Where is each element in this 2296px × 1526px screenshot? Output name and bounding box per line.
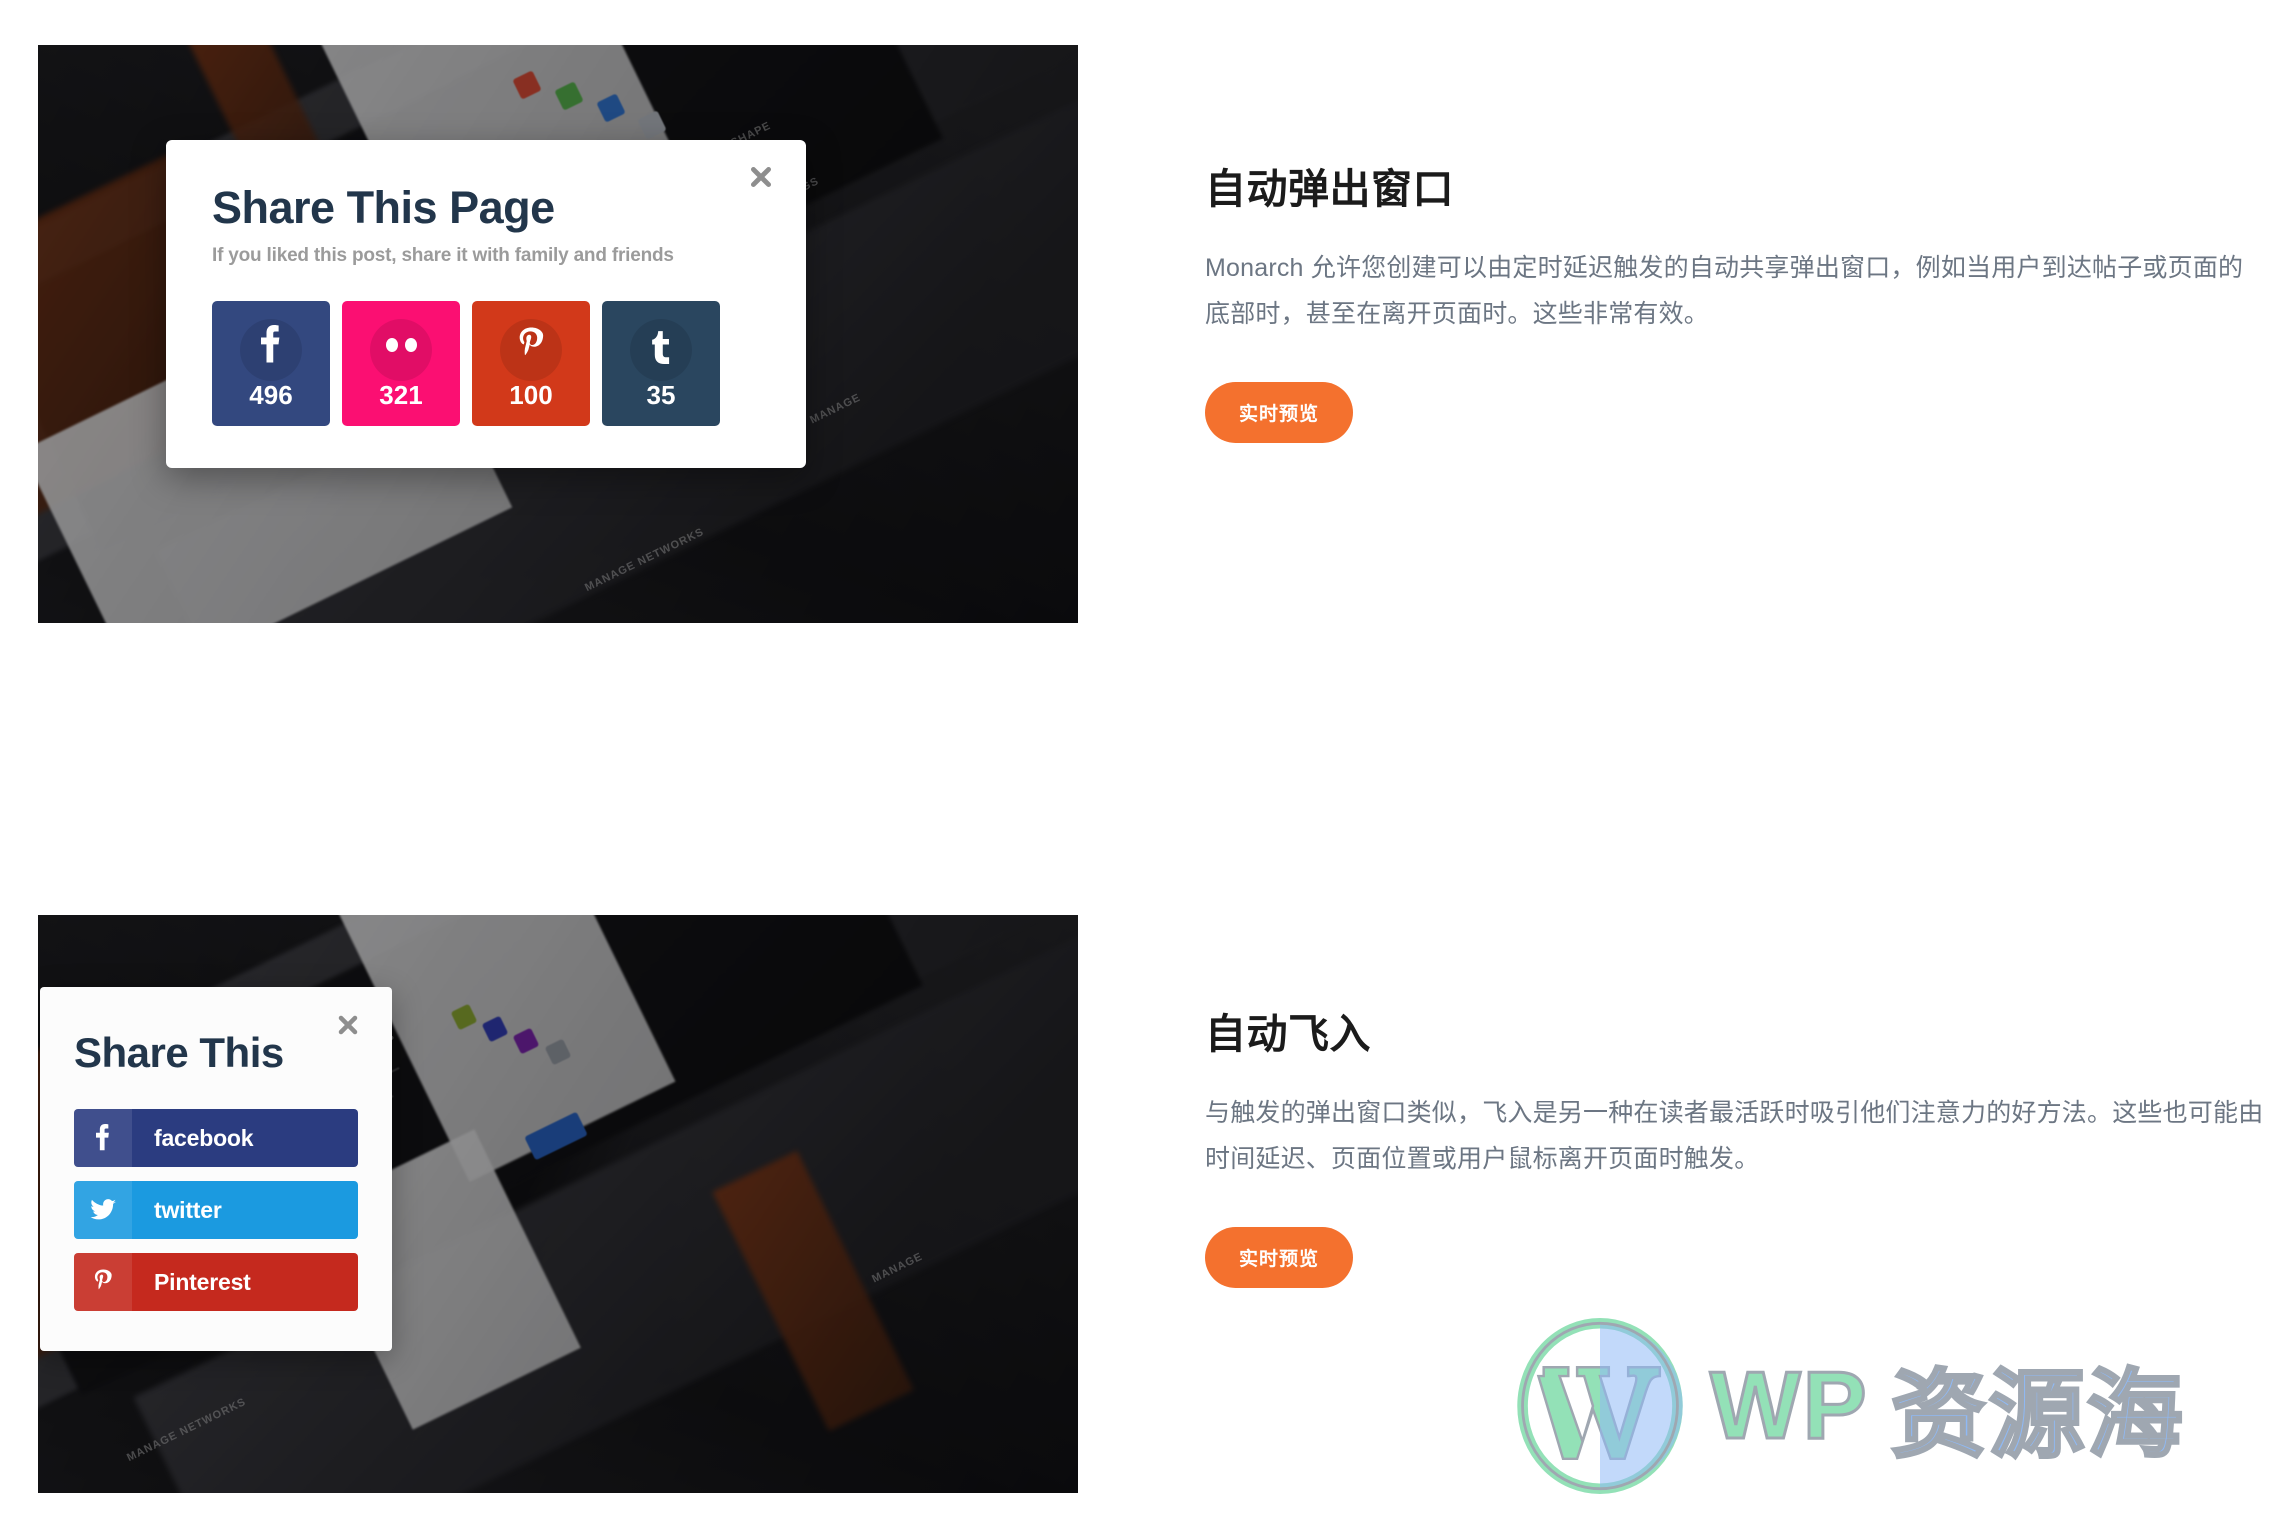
- flyin-network-list: facebook twitter Pinterest: [74, 1109, 358, 1311]
- facebook-icon: [74, 1109, 132, 1167]
- share-count: 321: [379, 380, 423, 411]
- share-count: 100: [509, 380, 553, 411]
- flyin-button-twitter[interactable]: twitter: [74, 1181, 358, 1239]
- site-watermark: WP 资源海: [1512, 1318, 2185, 1494]
- popup-subtitle: If you liked this post, share it with fa…: [212, 245, 674, 267]
- flyin-title: Share This: [74, 1029, 284, 1076]
- twitter-icon: [74, 1181, 132, 1239]
- flyin-button-label: twitter: [154, 1196, 222, 1223]
- tumblr-icon: [650, 316, 672, 374]
- share-popup-modal[interactable]: Share This Page If you liked this post, …: [166, 140, 806, 469]
- popup-title: Share This Page: [212, 182, 555, 233]
- share-flyin-panel[interactable]: Share This facebook twitter Pinterest: [40, 987, 392, 1351]
- wordpress-logo-icon: [1517, 1318, 1683, 1494]
- facebook-icon: [259, 316, 283, 374]
- share-tile-tumblr[interactable]: 35: [602, 301, 720, 427]
- feature-description: Monarch 允许您创建可以由定时延迟触发的自动共享弹出窗口，例如当用户到达帖…: [1205, 254, 2244, 329]
- flyin-preview-image: COLOR SETTINGS MANAGE MANAGE NETWORKS Sh…: [38, 915, 1078, 1493]
- page-root: CHOOSE ICON SHAPE DISPLAY SETTINGS MANAG…: [0, 0, 2296, 1526]
- watermark-text-cn: 资源海: [1889, 1360, 2185, 1470]
- watermark-text-latin: WP: [1709, 1351, 1869, 1461]
- flyin-button-pinterest[interactable]: Pinterest: [74, 1253, 358, 1311]
- share-tile-pinterest[interactable]: 100: [472, 301, 590, 427]
- share-count: 35: [646, 380, 676, 411]
- auto-flyin-text-column: 自动飞入 与触发的弹出窗口类似，飞入是另一种在读者最活跃时吸引他们注意力的好方法…: [1205, 1000, 2265, 1288]
- flyin-button-label: Pinterest: [154, 1268, 251, 1295]
- live-demo-button[interactable]: 实时预览: [1205, 1226, 1354, 1288]
- feature-description: 与触发的弹出窗口类似，飞入是另一种在读者最活跃时吸引他们注意力的好方法。这些也可…: [1205, 1099, 2264, 1174]
- flyin-button-label: facebook: [154, 1124, 254, 1151]
- pinterest-icon: [74, 1253, 132, 1311]
- share-tile-facebook[interactable]: 496: [212, 301, 330, 427]
- close-icon[interactable]: [744, 162, 778, 196]
- popup-preview-image: CHOOSE ICON SHAPE DISPLAY SETTINGS MANAG…: [38, 45, 1078, 623]
- flyin-button-facebook[interactable]: facebook: [74, 1109, 358, 1167]
- page-title: 自动弹出窗口: [1205, 166, 1454, 212]
- pinterest-icon: [517, 316, 545, 374]
- popup-network-grid: 496 321 100 35: [212, 301, 760, 427]
- dribbble-icon: [385, 316, 417, 374]
- share-count: 496: [249, 380, 293, 411]
- share-tile-dribbble[interactable]: 321: [342, 301, 460, 427]
- page-title: 自动飞入: [1205, 1011, 1371, 1057]
- live-demo-button[interactable]: 实时预览: [1205, 381, 1354, 443]
- auto-popup-text-column: 自动弹出窗口 Monarch 允许您创建可以由定时延迟触发的自动共享弹出窗口，例…: [1205, 155, 2265, 443]
- close-icon[interactable]: [336, 1013, 360, 1043]
